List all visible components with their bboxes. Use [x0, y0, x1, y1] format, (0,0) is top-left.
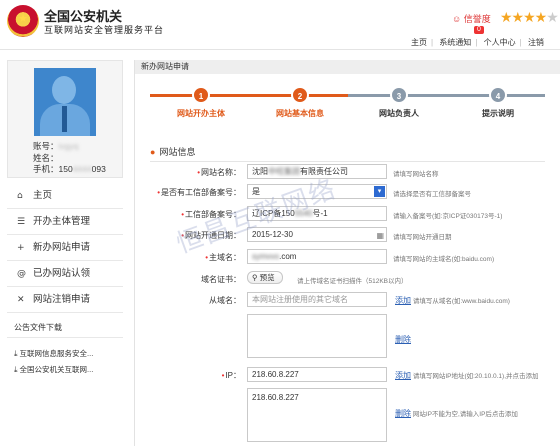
calendar-icon[interactable]: ▦	[376, 229, 384, 241]
domain-hint: 请填写网站的主域名(如:baidu.com)	[393, 256, 495, 263]
site-name-row: •网站名称： 沈阳中旺集团有限责任公司 请填写网站名称	[135, 164, 560, 180]
account-line: 账号：ivgyq	[33, 141, 79, 151]
sidebar-item-home[interactable]: ⌂ 主页	[7, 183, 123, 209]
avatar	[34, 68, 96, 136]
search-icon: ⚲	[252, 273, 258, 282]
step-3-label: 网站负责人	[379, 109, 419, 118]
sidebar-item-cancel-site[interactable]: ✕ 网站注销申请	[7, 287, 123, 313]
sidebar-item-new-site[interactable]: + 新办网站申请	[7, 235, 123, 261]
org-subtitle: 互联网站安全管理服务平台	[44, 25, 165, 35]
step-bar-pending	[348, 94, 545, 97]
sub-domain-label: 从域名：	[209, 296, 241, 305]
nav-profile-link[interactable]: 个人中心	[484, 38, 516, 47]
sub-domain-list[interactable]	[247, 314, 387, 358]
notice-title: 公告文件下载	[7, 322, 123, 338]
has-icp-row: •是否有工信部备案号： 是 ▾ 请选择是否有工信部备案号	[135, 184, 560, 200]
domain-cert-row: 域名证书： ⚲ 预览 请上传域名证书扫描件（512KB以内）	[135, 271, 560, 287]
close-icon: ✕	[17, 295, 25, 305]
phone-line: 手机：1504444093	[33, 164, 106, 174]
header: ★ 全国公安机关 互联网站安全管理服务平台 ☺ 信誉度 0 ★★★★★ 主页 | …	[0, 0, 560, 50]
nav-home-link[interactable]: 主页	[411, 38, 427, 47]
icp-number-row: •工信部备案号： 辽ICP备1505540号-1 请输入备案号(如:京ICP证0…	[135, 206, 560, 222]
domain-cert-hint: 请上传域名证书扫描件（512KB以内）	[297, 278, 408, 285]
open-date-input[interactable]: 2015-12-30 ▦	[247, 227, 387, 242]
ip-label: •IP：	[221, 371, 241, 380]
nav-notifications-link[interactable]: 系统通知	[439, 38, 471, 47]
credit-rating: ☺ 信誉度	[452, 12, 491, 25]
breadcrumb: 新办网站申请	[135, 60, 560, 74]
step-1-label: 网站开办主体	[177, 109, 225, 118]
download-icon: ⤓	[14, 349, 18, 358]
domain-row: •主域名： symvvo.com 请填写网站的主域名(如:baidu.com)	[135, 249, 560, 265]
domain-input[interactable]: symvvo.com	[247, 249, 387, 264]
notice-link[interactable]: ⤓ 互联网信息服务安全...	[14, 348, 122, 359]
open-date-hint: 请填写网站开通日期	[393, 234, 452, 241]
domain-label: •主域名：	[205, 253, 241, 262]
user-profile-card: 账号：ivgyq 姓名： 手机：1504444093	[7, 60, 123, 178]
chevron-down-icon: ▾	[374, 186, 385, 197]
step-1-circle: 1	[192, 86, 210, 104]
icp-number-input[interactable]: 辽ICP备1505540号-1	[247, 206, 387, 221]
icp-number-hint: 请输入备案号(如:京ICP证030173号-1)	[393, 213, 503, 220]
credit-stars: ★★★★★	[500, 10, 559, 26]
section-title: ● 网站信息	[150, 145, 545, 162]
ip-list[interactable]: 218.60.8.227	[247, 388, 387, 442]
sub-domain-delete-line: 删除	[395, 334, 411, 345]
sub-domain-add-line: 添加 请填写从域名(如:www.baidu.com)	[395, 296, 510, 305]
has-icp-hint: 请选择是否有工信部备案号	[393, 191, 471, 198]
has-icp-select[interactable]: 是 ▾	[247, 184, 387, 199]
ip-add-link[interactable]: 添加	[395, 371, 411, 380]
plus-icon: +	[17, 243, 25, 253]
list-icon: ☰	[17, 217, 26, 227]
nav-logout-link[interactable]: 注销	[528, 38, 544, 47]
credit-badge: 0	[474, 26, 484, 34]
sub-domain-delete-link[interactable]: 删除	[395, 335, 411, 344]
site-name-label: •网站名称：	[197, 168, 241, 177]
domain-cert-label: 域名证书：	[201, 275, 241, 284]
ip-delete-line: 删除 网站IP不能为空,请输入IP后点击添加	[395, 409, 518, 418]
at-icon: @	[17, 269, 26, 279]
step-4-label: 提示说明	[482, 109, 514, 118]
step-2-circle: 2	[291, 86, 309, 104]
step-2-label: 网站基本信息	[276, 109, 324, 118]
preview-button[interactable]: ⚲ 预览	[247, 271, 283, 284]
ip-add-line: 添加 请填写网站IP地址(如:20.10.0.1),并点击添加	[395, 371, 539, 380]
home-icon: ⌂	[17, 191, 23, 201]
credit-icon: ☺	[452, 14, 462, 24]
download-icon: ⤓	[14, 365, 18, 374]
step-3-circle: 3	[390, 86, 408, 104]
sub-domain-input[interactable]: 本网站注册使用的其它域名	[247, 292, 387, 307]
sidebar-item-entity-management[interactable]: ☰ 开办主体管理	[7, 209, 123, 235]
sidebar-item-claim-site[interactable]: @ 已办网站认领	[7, 261, 123, 287]
site-name-input[interactable]: 沈阳中旺集团有限责任公司	[247, 164, 387, 179]
notice-link[interactable]: ⤓ 全国公安机关互联网...	[14, 364, 122, 375]
site-name-hint: 请填写网站名称	[393, 171, 439, 178]
top-nav: 主页 | 系统通知 | 个人中心 | 注销	[411, 38, 544, 47]
icp-number-label: •工信部备案号：	[181, 210, 241, 219]
step-bar-done	[150, 94, 348, 97]
sub-domain-add-link[interactable]: 添加	[395, 296, 411, 305]
credit-label: 信誉度	[463, 14, 491, 24]
open-date-label: •网站开通日期：	[181, 231, 241, 240]
sub-domain-row: 从域名： 本网站注册使用的其它域名 添加 请填写从域名(如:www.baidu.…	[135, 292, 560, 308]
sidebar: 账号：ivgyq 姓名： 手机：1504444093 ⌂ 主页 ☰ 开办主体管理 +…	[7, 60, 123, 446]
has-icp-label: •是否有工信部备案号：	[157, 188, 241, 197]
ip-delete-link[interactable]: 删除	[395, 409, 411, 418]
police-emblem-logo: ★	[7, 5, 39, 37]
sidebar-menu: ⌂ 主页 ☰ 开办主体管理 + 新办网站申请 @ 已办网站认领 ✕ 网站注销申请	[7, 183, 123, 313]
ip-input[interactable]: 218.60.8.227	[247, 367, 387, 382]
ip-row: •IP： 218.60.8.227 添加 请填写网站IP地址(如:20.10.0…	[135, 367, 560, 383]
step-4-circle: 4	[489, 86, 507, 104]
progress-steps: 1 2 3 4 网站开办主体 网站基本信息 网站负责人 提示说明	[150, 84, 545, 124]
main-content: 新办网站申请 1 2 3 4 网站开办主体 网站基本信息 网站负责人 提示说明 …	[134, 60, 560, 446]
open-date-row: •网站开通日期： 2015-12-30 ▦ 请填写网站开通日期	[135, 227, 560, 243]
